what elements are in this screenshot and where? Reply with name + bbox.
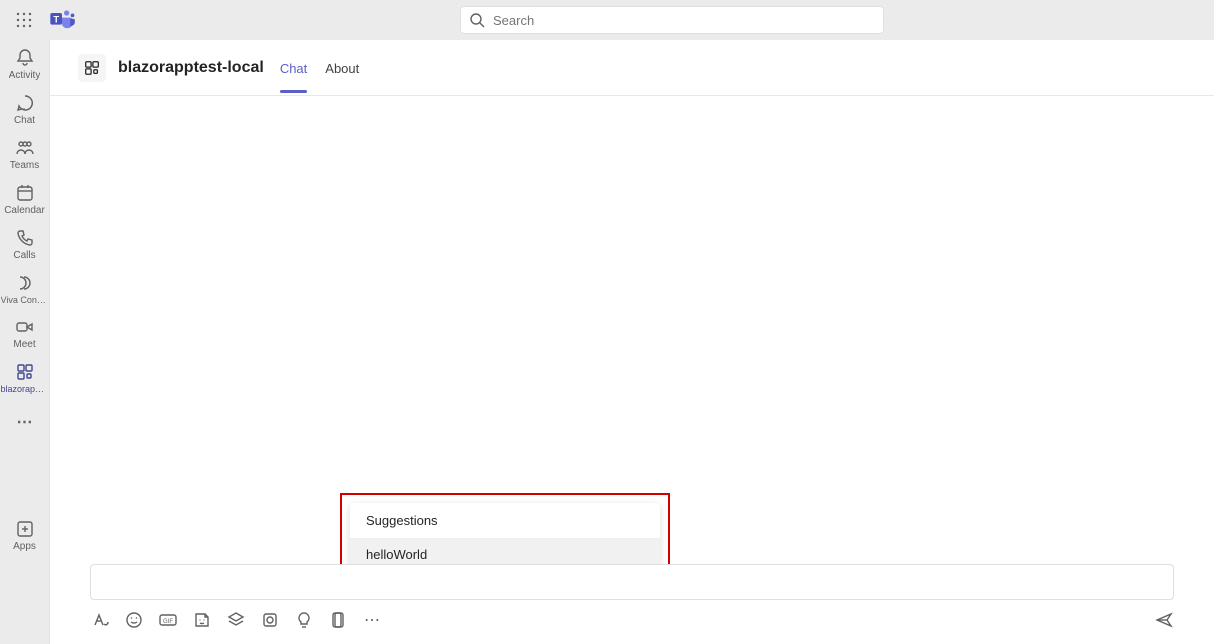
compose-toolbar: GIF ⋯ <box>90 606 1174 634</box>
rail-label: Apps <box>13 541 36 552</box>
rail-activity[interactable]: Activity <box>0 42 50 85</box>
teams-logo-icon: T <box>48 6 76 34</box>
rail-apps[interactable]: Apps <box>0 519 50 552</box>
chat-icon <box>15 93 35 113</box>
video-icon <box>15 317 35 337</box>
loop-button[interactable] <box>260 610 280 630</box>
sticker-button[interactable] <box>192 610 212 630</box>
chat-title: blazorapptest-local <box>118 59 264 77</box>
rail-label: blazorapptest-local <box>1 384 49 394</box>
rail-calls[interactable]: Calls <box>0 222 50 265</box>
rail-label: Activity <box>9 70 41 81</box>
approval-button[interactable] <box>294 610 314 630</box>
search-icon <box>469 12 485 28</box>
suggestion-name: helloWorld <box>366 547 644 562</box>
svg-text:GIF: GIF <box>163 619 173 625</box>
app-launcher-button[interactable] <box>8 4 40 36</box>
bell-icon <box>15 48 35 68</box>
app-tile-icon <box>83 59 101 77</box>
send-icon <box>1154 610 1174 630</box>
rail-label: Calendar <box>4 205 45 216</box>
rail-teams[interactable]: Teams <box>0 132 50 175</box>
extension-button[interactable] <box>226 610 246 630</box>
compose-input[interactable] <box>90 564 1174 600</box>
rail-label: Chat <box>14 115 35 126</box>
rail-label: Viva Connections <box>1 295 49 305</box>
title-bar: T <box>0 0 1214 40</box>
calendar-icon <box>15 183 35 203</box>
search-bar[interactable] <box>460 6 884 34</box>
loop-icon <box>260 610 280 630</box>
rail-label: Calls <box>13 250 35 261</box>
attach-icon <box>328 610 348 630</box>
more-button[interactable]: ⋯ <box>362 610 382 630</box>
rail-blazorapp[interactable]: blazorapptest-local <box>0 356 50 398</box>
viva-icon <box>15 273 35 293</box>
rail-calendar[interactable]: Calendar <box>0 177 50 220</box>
rail-label: Teams <box>10 160 39 171</box>
tabs: Chat About <box>280 43 359 92</box>
svg-text:T: T <box>53 14 59 24</box>
rail-label: Meet <box>13 339 35 350</box>
waffle-icon <box>16 12 32 28</box>
chat-header: blazorapptest-local Chat About <box>50 40 1214 96</box>
left-rail: Activity Chat Teams Calendar Calls Viva … <box>0 40 50 644</box>
teams-icon <box>15 138 35 158</box>
bulb-icon <box>294 610 314 630</box>
emoji-button[interactable] <box>124 610 144 630</box>
tab-about[interactable]: About <box>325 43 359 92</box>
suggestions-header: Suggestions <box>350 503 660 539</box>
rail-viva[interactable]: Viva Connections <box>0 267 50 309</box>
gif-button[interactable]: GIF <box>158 610 178 630</box>
send-button[interactable] <box>1154 610 1174 630</box>
rail-chat[interactable]: Chat <box>0 87 50 130</box>
main-content: blazorapptest-local Chat About Suggestio… <box>50 40 1214 644</box>
search-input[interactable] <box>493 13 875 28</box>
apps-add-icon <box>15 519 35 539</box>
format-button[interactable] <box>90 610 110 630</box>
rail-meet[interactable]: Meet <box>0 311 50 354</box>
app-tile[interactable] <box>78 54 106 82</box>
phone-icon <box>15 228 35 248</box>
tab-chat[interactable]: Chat <box>280 43 307 92</box>
emoji-icon <box>124 610 144 630</box>
rail-more[interactable]: ⋯ <box>0 406 50 438</box>
gif-icon: GIF <box>158 610 178 630</box>
extension-icon <box>226 610 246 630</box>
sticker-icon <box>192 610 212 630</box>
format-icon <box>90 610 110 630</box>
app-icon <box>15 362 35 382</box>
compose-area: GIF ⋯ <box>50 564 1214 644</box>
attach-button[interactable] <box>328 610 348 630</box>
